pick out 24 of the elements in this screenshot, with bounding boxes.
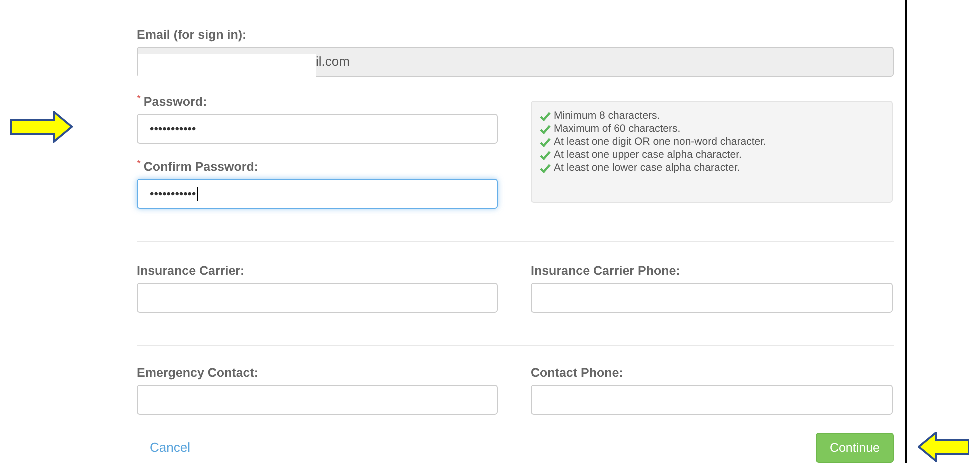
right-arrow-icon	[10, 111, 73, 143]
text-field[interactable]	[531, 385, 893, 415]
text-field[interactable]	[137, 283, 498, 313]
text-field[interactable]	[137, 385, 498, 415]
field-label: Insurance Carrier Phone:	[531, 264, 680, 278]
email-field[interactable]: il.com	[137, 47, 894, 77]
email-label: Email (for sign in):	[137, 28, 247, 42]
field-label: Contact Phone:	[531, 366, 624, 380]
text-field[interactable]	[531, 283, 893, 313]
left-arrow-icon	[918, 432, 969, 462]
requirement-text: At least one lower case alpha character.	[554, 162, 740, 175]
required-mark: *	[137, 159, 141, 170]
field-label: Insurance Carrier:	[137, 264, 245, 278]
field-label: Emergency Contact:	[137, 366, 259, 380]
email-value: il.com	[316, 53, 350, 72]
requirement-text: At least one upper case alpha character.	[554, 149, 742, 162]
confirm-password-label: Confirm Password:	[144, 160, 259, 174]
requirement-text: Maximum of 60 characters.	[554, 123, 681, 136]
requirement-text: At least one digit OR one non-word character.	[554, 136, 766, 149]
requirement-text: Minimum 8 characters.	[554, 110, 660, 123]
password-field[interactable]: •••••••••••	[137, 114, 498, 144]
confirm-password-field[interactable]: •••••••••••	[137, 179, 498, 209]
password-label: Password:	[144, 95, 208, 109]
required-mark: *	[137, 94, 141, 105]
